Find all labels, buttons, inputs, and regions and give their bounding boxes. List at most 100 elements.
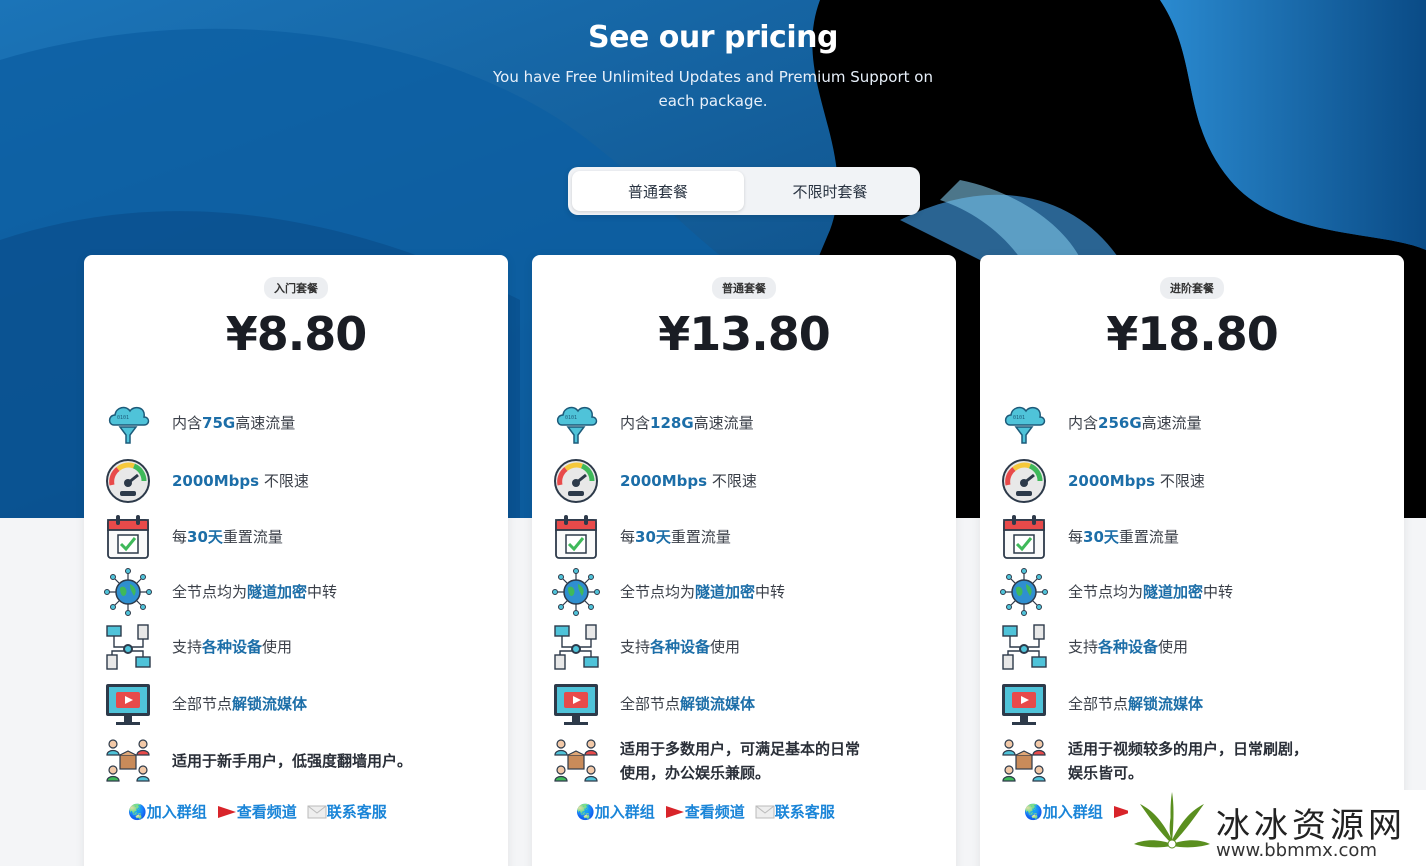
feature-text: 每30天重置流量 bbox=[1068, 528, 1179, 546]
contact-support-link[interactable]: 联系客服 bbox=[307, 801, 387, 822]
feature-text: 全节点均为隧道加密中转 bbox=[172, 583, 338, 601]
globe-network-icon bbox=[552, 568, 600, 616]
feature-text: 内含75G高速流量 bbox=[172, 414, 296, 432]
feature-row: 2000Mbps 不限速 bbox=[104, 457, 494, 505]
tv-media-icon bbox=[552, 680, 600, 728]
globe-network-icon bbox=[104, 568, 152, 616]
devices-icon bbox=[1000, 623, 1048, 671]
users-icon bbox=[552, 737, 600, 785]
feature-text: 全部节点解锁流媒体 bbox=[620, 695, 756, 713]
devices-icon bbox=[104, 623, 152, 671]
tv-media-icon bbox=[104, 680, 152, 728]
cannabis-leaf-logo bbox=[1134, 792, 1210, 860]
feature-text: 内含128G高速流量 bbox=[620, 414, 754, 432]
page-subtitle: You have Free Unlimited Updates and Prem… bbox=[493, 68, 933, 110]
watermark: 冰冰资源网 www.bbmmx.com bbox=[1128, 790, 1426, 866]
globe-icon: 🌏 bbox=[1024, 802, 1043, 821]
feature-row: 支持各种设备使用 bbox=[1000, 623, 1390, 671]
feature-text: 2000Mbps 不限速 bbox=[1068, 472, 1205, 490]
feature-row: 支持各种设备使用 bbox=[552, 623, 942, 671]
calendar-icon bbox=[552, 513, 600, 561]
plan-links: 🌏加入群组 查看频道 联系客服 bbox=[128, 801, 387, 822]
plan-type-toggle: 普通套餐 不限时套餐 bbox=[568, 167, 920, 215]
users-icon bbox=[1000, 737, 1048, 785]
envelope-icon bbox=[755, 805, 775, 818]
speed-gauge-icon bbox=[1000, 457, 1048, 505]
globe-network-icon bbox=[1000, 568, 1048, 616]
feature-row: 适用于新手用户，低强度翻墙用户。 bbox=[104, 737, 494, 785]
plan-price: ¥8.80 bbox=[225, 307, 368, 361]
calendar-icon bbox=[1000, 513, 1048, 561]
svg-text:0101: 0101 bbox=[117, 415, 129, 421]
feature-row: 0101 内含128G高速流量 bbox=[552, 399, 942, 447]
calendar-icon bbox=[104, 513, 152, 561]
feature-text: 适用于视频较多的用户，日常刷剧，娱乐皆可。 bbox=[1068, 740, 1309, 782]
pricing-card: 普通套餐 ¥13.80 0101 内含128G高速流量 2000Mbps 不限速… bbox=[532, 255, 956, 866]
tab-unlimited-plans[interactable]: 不限时套餐 bbox=[744, 171, 916, 211]
plan-badge: 进阶套餐 bbox=[1160, 277, 1224, 299]
feature-row: 0101 内含75G高速流量 bbox=[104, 399, 494, 447]
feature-text: 每30天重置流量 bbox=[620, 528, 731, 546]
contact-support-link[interactable]: 联系客服 bbox=[755, 801, 835, 822]
pricing-card: 入门套餐 ¥8.80 0101 内含75G高速流量 2000Mbps 不限速 每… bbox=[84, 255, 508, 866]
feature-row: 全节点均为隧道加密中转 bbox=[552, 568, 942, 616]
flag-icon bbox=[665, 805, 684, 818]
feature-text: 适用于多数用户，可满足基本的日常使用，办公娱乐兼顾。 bbox=[620, 740, 861, 782]
join-group-link[interactable]: 🌏 加入群组 bbox=[128, 801, 207, 822]
feature-row: 适用于视频较多的用户，日常刷剧，娱乐皆可。 bbox=[1000, 737, 1390, 785]
flag-icon bbox=[217, 805, 236, 818]
feature-text: 每30天重置流量 bbox=[172, 528, 283, 546]
users-icon bbox=[104, 737, 152, 785]
page-title: See our pricing bbox=[588, 20, 838, 55]
feature-text: 全部节点解锁流媒体 bbox=[172, 695, 308, 713]
feature-text: 支持各种设备使用 bbox=[620, 638, 741, 656]
globe-icon: 🌏 bbox=[128, 802, 147, 821]
feature-row: 2000Mbps 不限速 bbox=[552, 457, 942, 505]
feature-text: 内含256G高速流量 bbox=[1068, 414, 1202, 432]
tab-normal-plans[interactable]: 普通套餐 bbox=[572, 171, 744, 211]
feature-text: 2000Mbps 不限速 bbox=[172, 472, 309, 490]
feature-row: 全部节点解锁流媒体 bbox=[104, 680, 494, 728]
cloud-data-icon: 0101 bbox=[1000, 399, 1048, 447]
svg-text:0101: 0101 bbox=[1013, 415, 1025, 421]
feature-row: 每30天重置流量 bbox=[552, 513, 942, 561]
speed-gauge-icon bbox=[552, 457, 600, 505]
feature-text: 全节点均为隧道加密中转 bbox=[1068, 583, 1234, 601]
feature-row: 全节点均为隧道加密中转 bbox=[1000, 568, 1390, 616]
join-group-link[interactable]: 🌏 加入群组 bbox=[1024, 801, 1103, 822]
feature-text: 支持各种设备使用 bbox=[1068, 638, 1189, 656]
cloud-data-icon: 0101 bbox=[552, 399, 600, 447]
cloud-data-icon: 0101 bbox=[104, 399, 152, 447]
feature-row: 适用于多数用户，可满足基本的日常使用，办公娱乐兼顾。 bbox=[552, 737, 942, 785]
feature-text: 适用于新手用户，低强度翻墙用户。 bbox=[172, 752, 413, 770]
feature-row: 全节点均为隧道加密中转 bbox=[104, 568, 494, 616]
feature-row: 每30天重置流量 bbox=[1000, 513, 1390, 561]
speed-gauge-icon bbox=[104, 457, 152, 505]
devices-icon bbox=[552, 623, 600, 671]
page-header: See our pricing You have Free Unlimited … bbox=[0, 20, 1426, 113]
feature-row: 全部节点解锁流媒体 bbox=[552, 680, 942, 728]
feature-row: 0101 内含256G高速流量 bbox=[1000, 399, 1390, 447]
envelope-icon bbox=[307, 805, 327, 818]
feature-text: 2000Mbps 不限速 bbox=[620, 472, 757, 490]
watermark-url: www.bbmmx.com bbox=[1216, 840, 1377, 861]
feature-row: 支持各种设备使用 bbox=[104, 623, 494, 671]
plan-badge: 入门套餐 bbox=[264, 277, 328, 299]
pricing-card: 进阶套餐 ¥18.80 0101 内含256G高速流量 2000Mbps 不限速… bbox=[980, 255, 1404, 866]
join-group-link[interactable]: 🌏 加入群组 bbox=[576, 801, 655, 822]
feature-row: 每30天重置流量 bbox=[104, 513, 494, 561]
feature-text: 支持各种设备使用 bbox=[172, 638, 293, 656]
plan-links: 🌏加入群组 查看频道 联系客服 bbox=[576, 801, 835, 822]
plan-price: ¥18.80 bbox=[1106, 307, 1279, 361]
view-channel-link[interactable]: 查看频道 bbox=[217, 801, 297, 822]
feature-row: 2000Mbps 不限速 bbox=[1000, 457, 1390, 505]
plan-badge: 普通套餐 bbox=[712, 277, 776, 299]
feature-row: 全部节点解锁流媒体 bbox=[1000, 680, 1390, 728]
plan-price: ¥13.80 bbox=[658, 307, 831, 361]
feature-text: 全部节点解锁流媒体 bbox=[1068, 695, 1204, 713]
globe-icon: 🌏 bbox=[576, 802, 595, 821]
svg-text:0101: 0101 bbox=[565, 415, 577, 421]
tv-media-icon bbox=[1000, 680, 1048, 728]
feature-text: 全节点均为隧道加密中转 bbox=[620, 583, 786, 601]
view-channel-link[interactable]: 查看频道 bbox=[665, 801, 745, 822]
